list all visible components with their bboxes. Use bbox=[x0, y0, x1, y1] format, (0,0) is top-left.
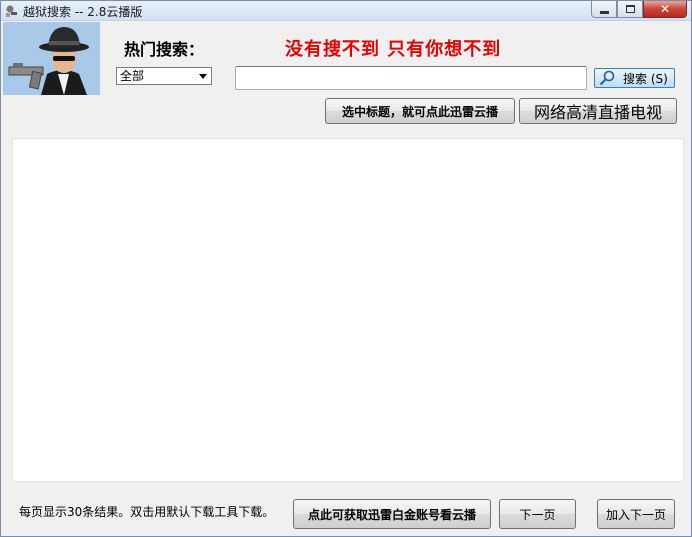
detective-logo bbox=[3, 22, 100, 95]
get-account-label: 点此可获取迅雷白金账号看云播 bbox=[307, 507, 476, 522]
category-selected-value: 全部 bbox=[120, 69, 145, 83]
window-title: 越狱搜索 -- 2.8云播版 bbox=[23, 5, 143, 19]
add-next-page-label: 加入下一页 bbox=[605, 507, 666, 522]
minimize-icon bbox=[599, 10, 609, 14]
slogan-text: 没有搜不到 只有你想不到 bbox=[285, 39, 502, 60]
get-account-button[interactable]: 点此可获取迅雷白金账号看云播 bbox=[293, 499, 491, 529]
search-button-label: 搜索 (S) bbox=[623, 71, 668, 86]
search-input[interactable] bbox=[235, 66, 587, 90]
next-page-button[interactable]: 下一页 bbox=[499, 499, 576, 529]
category-dropdown[interactable]: 全部 bbox=[116, 67, 212, 85]
minimize-button[interactable] bbox=[591, 1, 617, 18]
search-icon bbox=[599, 70, 615, 86]
search-button[interactable]: 搜索 (S) bbox=[594, 68, 675, 88]
chevron-down-icon bbox=[199, 74, 207, 79]
maximize-icon bbox=[625, 5, 635, 13]
close-button[interactable]: ✕ bbox=[643, 1, 687, 18]
footer-note: 每页显示30条结果。双击用默认下载工具下载。 bbox=[19, 505, 275, 519]
xunlei-play-label: 选中标题，就可点此迅雷云播 bbox=[341, 104, 498, 119]
live-tv-button[interactable]: 网络高清直播电视 bbox=[519, 98, 677, 124]
results-list[interactable] bbox=[12, 138, 684, 482]
close-icon: ✕ bbox=[659, 2, 671, 16]
detective-with-gun-icon bbox=[3, 22, 100, 95]
app-window: 越狱搜索 -- 2.8云播版 ✕ 热门搜索： 没有搜不到 只有你想不到 全部 搜… bbox=[0, 0, 692, 537]
caption-buttons: ✕ bbox=[591, 1, 687, 19]
hot-search-label: 热门搜索： bbox=[124, 40, 205, 59]
maximize-button[interactable] bbox=[617, 1, 643, 18]
live-tv-label: 网络高清直播电视 bbox=[533, 103, 662, 122]
add-next-page-button[interactable]: 加入下一页 bbox=[597, 499, 675, 529]
xunlei-play-button[interactable]: 选中标题，就可点此迅雷云播 bbox=[325, 98, 515, 124]
title-bar[interactable]: 越狱搜索 -- 2.8云播版 ✕ bbox=[1, 1, 691, 21]
next-page-label: 下一页 bbox=[519, 507, 556, 522]
app-icon bbox=[6, 5, 17, 17]
